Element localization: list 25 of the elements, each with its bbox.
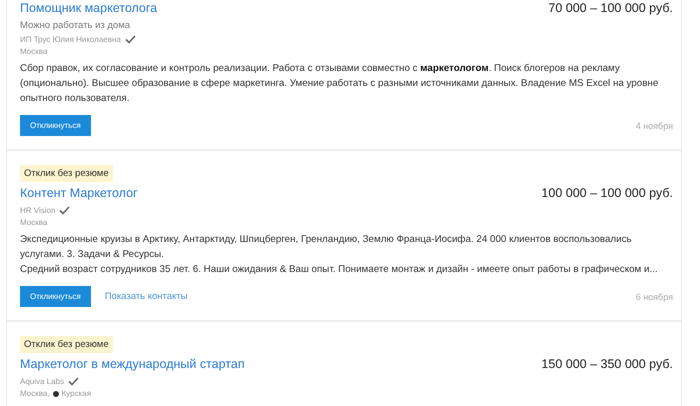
show-contacts-link[interactable]: Показать контакты bbox=[104, 291, 188, 302]
respond-button[interactable]: Откликнуться bbox=[20, 286, 91, 307]
respond-button[interactable]: Откликнуться bbox=[20, 115, 91, 136]
date-text: 6 ноября bbox=[636, 292, 673, 302]
description-text: Экспедиционные круизы в Арктику, Антарктиду, Шпицберген, Гренландию, Землю Франца-Иосифа. 24 000 клиентов воспользовались услугами. 3. Задачи & Ресурсы. bbox=[20, 233, 633, 262]
description-text: Средний возраст сотрудников 35 лет. 6. Наши ожидания & Ваш опыт. Понимаете монтаж и дизайн - имеете опыт работы в графическом и... bbox=[20, 263, 659, 277]
date-text: 4 ноября bbox=[636, 120, 673, 130]
city-text: Москва bbox=[20, 218, 48, 227]
response-badge: Отклик без резюме bbox=[20, 336, 113, 353]
city-text: Москва bbox=[20, 47, 48, 56]
remote-work-text: Можно работать из дома bbox=[20, 20, 132, 31]
description-text: Сбор правок, их согласование и контроль реализации. Работа с отзывами совместно с маркетологом. Поиск блогеров на рекламу (опционально). Высшее образование в сфере маркетинга. Умение работать с разными источниками данных. Владение MS Excel на уровне опытного пользователя. bbox=[20, 62, 660, 106]
company-name: ИП Трус Юлия Николаевна bbox=[20, 35, 121, 44]
metro-icon bbox=[52, 390, 59, 396]
vacancy-title-link[interactable]: Помощник маркетолога bbox=[20, 0, 158, 17]
vacancy-title-link[interactable]: Контент Маркетолог bbox=[20, 185, 138, 202]
vacancy-title-link[interactable]: Маркетолог в международный стартап bbox=[20, 356, 245, 373]
city-text: Москва, bbox=[20, 389, 50, 398]
company-name: HR Vision bbox=[20, 206, 56, 215]
salary-text: 70 000 – 100 000 руб. bbox=[548, 1, 673, 15]
response-badge: Отклик без резюме bbox=[20, 165, 113, 182]
salary-text: 150 000 – 350 000 руб. bbox=[541, 357, 673, 371]
metro-station-text: Курская bbox=[62, 389, 92, 398]
salary-text: 100 000 – 100 000 руб. bbox=[541, 186, 673, 200]
company-name: Aquiva Labs bbox=[20, 377, 64, 386]
